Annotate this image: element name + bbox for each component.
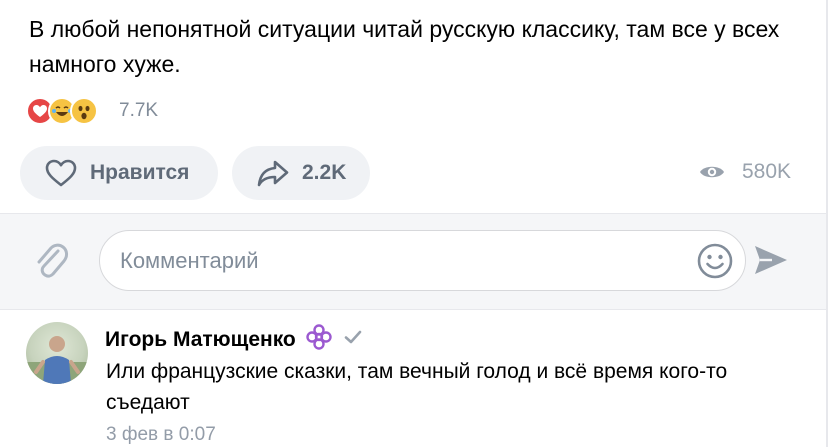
reactions-count: 7.7K xyxy=(119,100,159,121)
emoji-button[interactable] xyxy=(696,242,734,285)
share-count: 2.2K xyxy=(302,161,347,184)
smiley-icon xyxy=(697,243,733,279)
post-text: В любой непонятной ситуации читай русску… xyxy=(29,16,780,77)
heart-outline-icon xyxy=(45,159,77,187)
checkmark-icon xyxy=(344,329,362,350)
send-icon xyxy=(755,246,787,274)
comment-input[interactable] xyxy=(99,230,746,291)
paperclip-icon xyxy=(37,243,68,278)
share-arrow-icon xyxy=(257,160,289,187)
views-count: 580K xyxy=(742,160,792,183)
avatar[interactable] xyxy=(26,322,88,384)
like-button[interactable]: Нравится xyxy=(20,146,218,200)
comment-composer xyxy=(0,213,826,310)
comment-date[interactable]: 3 фев в 0:07 xyxy=(106,424,216,446)
person-photo-icon xyxy=(26,336,88,384)
esteem-badge-icon[interactable] xyxy=(304,322,334,357)
eye-icon xyxy=(700,166,724,178)
wow-reaction-icon xyxy=(70,97,98,125)
views-counter: 580K xyxy=(698,160,791,184)
attach-button[interactable] xyxy=(33,239,69,288)
share-button[interactable]: 2.2K xyxy=(232,146,370,200)
comment-author-name[interactable]: Игорь Матющенко xyxy=(105,328,296,352)
like-label: Нравится xyxy=(90,161,190,184)
comment-text: Или французские сказки, там вечный голод… xyxy=(106,360,728,414)
send-button[interactable] xyxy=(752,243,790,282)
comment-header: Игорь Матющенко xyxy=(105,322,362,357)
